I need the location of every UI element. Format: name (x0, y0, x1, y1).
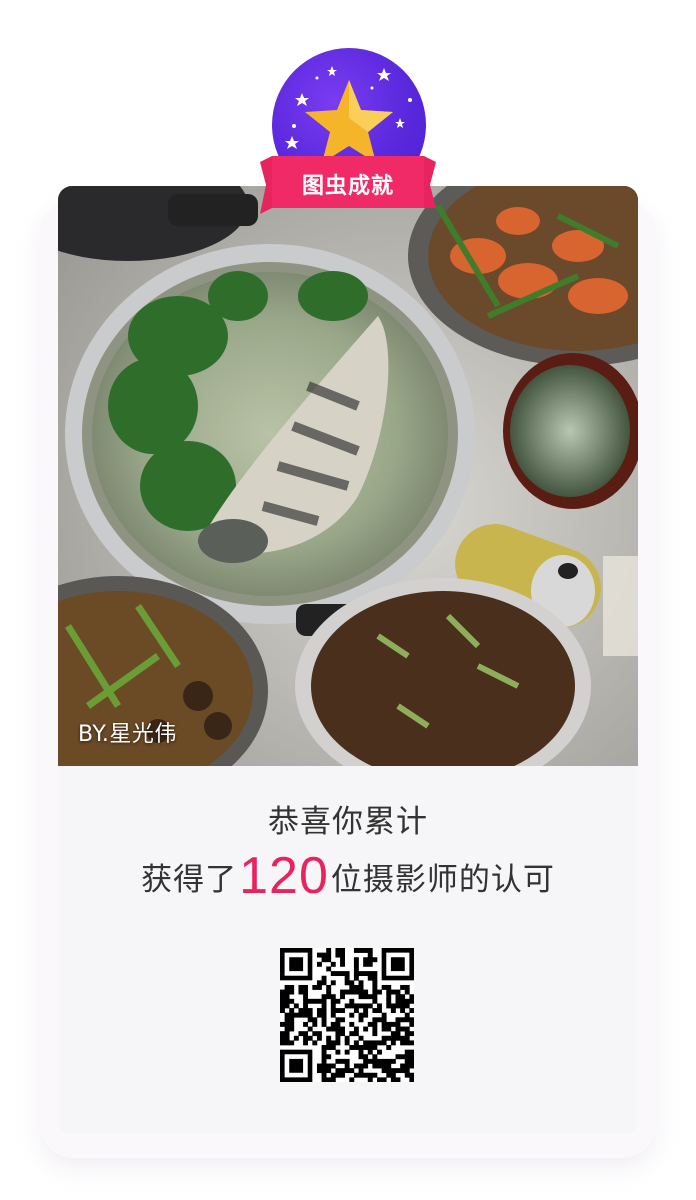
approval-prefix: 获得了 (141, 862, 238, 898)
photo-credit: BY.星光伟 (78, 722, 177, 747)
qr-finder-pattern (280, 1049, 313, 1082)
achievement-share-screen: BY.星光伟 恭喜你累计 获得了120位摄影师的认可 图虫成就 (0, 0, 696, 1200)
featured-photo[interactable]: BY.星光伟 (58, 186, 638, 766)
achievement-card: BY.星光伟 恭喜你累计 获得了120位摄影师的认可 (58, 186, 638, 1134)
approval-suffix: 位摄影师的认可 (330, 862, 555, 898)
congrats-line: 恭喜你累计 (268, 804, 428, 840)
food-photo-illustration (58, 186, 638, 766)
approval-count: 120 (239, 847, 329, 905)
qr-finder-pattern (381, 948, 414, 981)
qr-code-graphic (280, 948, 415, 1083)
qr-code[interactable] (280, 948, 415, 1083)
badge-title: 图虫成就 (301, 174, 394, 199)
approval-count-line: 获得了120位摄影师的认可 (58, 846, 638, 906)
qr-finder-pattern (280, 948, 313, 981)
